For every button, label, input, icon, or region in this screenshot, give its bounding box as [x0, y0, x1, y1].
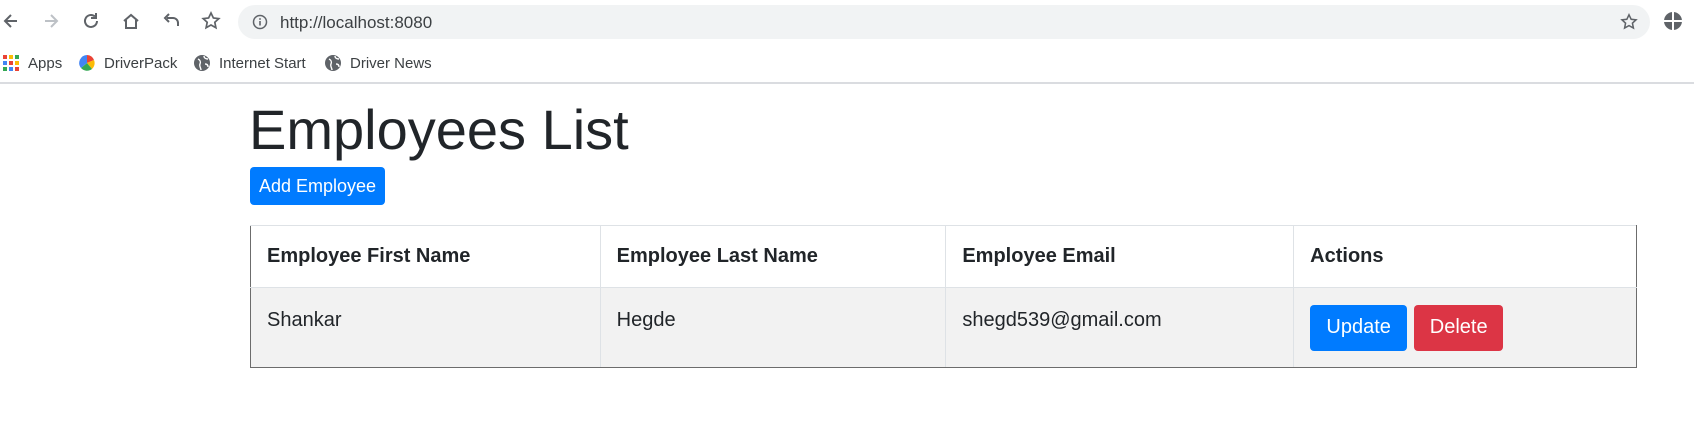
bookmark-internet-start[interactable]: Internet Start: [193, 52, 306, 74]
home-icon[interactable]: [118, 8, 144, 34]
bookmark-label: DriverPack: [104, 54, 178, 72]
bookmark-label: Apps: [28, 54, 63, 72]
update-button[interactable]: Update: [1310, 304, 1408, 351]
address-bar[interactable]: http://localhost:8080: [238, 5, 1650, 39]
info-icon[interactable]: [252, 14, 268, 30]
cell-actions: Update Delete: [1293, 287, 1637, 368]
undo-icon[interactable]: [158, 8, 184, 34]
table-row: Shankar Hegde shegd539@gmail.com Update …: [250, 287, 1637, 368]
apps-grid-icon: [3, 55, 19, 71]
star-icon[interactable]: [1620, 13, 1638, 31]
reload-icon[interactable]: [78, 8, 104, 34]
globe-icon: [194, 55, 210, 71]
column-header-actions: Actions: [1293, 225, 1637, 288]
bookmarks-bar: Apps DriverPack Internet Start Driver Ne…: [0, 44, 1694, 84]
forward-icon[interactable]: [38, 8, 64, 34]
row-actions: Update Delete: [1310, 304, 1620, 351]
column-header-last-name: Employee Last Name: [599, 225, 947, 288]
bookmark-driver-news[interactable]: Driver News: [324, 52, 432, 74]
column-header-email: Employee Email: [945, 225, 1295, 288]
url-text[interactable]: http://localhost:8080: [280, 13, 432, 33]
globe-icon: [325, 55, 341, 71]
extension-icon[interactable]: [1663, 11, 1683, 31]
page-title: Employees List: [249, 98, 629, 161]
back-icon[interactable]: [0, 8, 24, 34]
bookmark-label: Driver News: [350, 54, 432, 72]
cell-email: shegd539@gmail.com: [945, 287, 1295, 368]
employees-table: Employee First Name Employee Last Name E…: [250, 225, 1637, 368]
bookmark-driverpack[interactable]: DriverPack: [78, 52, 177, 74]
browser-toolbar: http://localhost:8080: [0, 0, 1694, 42]
bookmark-label: Internet Start: [219, 54, 306, 72]
table-header-row: Employee First Name Employee Last Name E…: [250, 225, 1637, 288]
column-header-first-name: Employee First Name: [250, 225, 601, 288]
add-employee-button[interactable]: Add Employee: [250, 167, 385, 205]
cell-first-name: Shankar: [250, 287, 601, 368]
bookmark-apps[interactable]: Apps: [2, 52, 62, 74]
delete-button[interactable]: Delete: [1414, 304, 1504, 351]
driverpack-icon: [79, 55, 95, 71]
cell-last-name: Hegde: [599, 287, 947, 368]
bookmark-star-icon[interactable]: [198, 8, 224, 34]
